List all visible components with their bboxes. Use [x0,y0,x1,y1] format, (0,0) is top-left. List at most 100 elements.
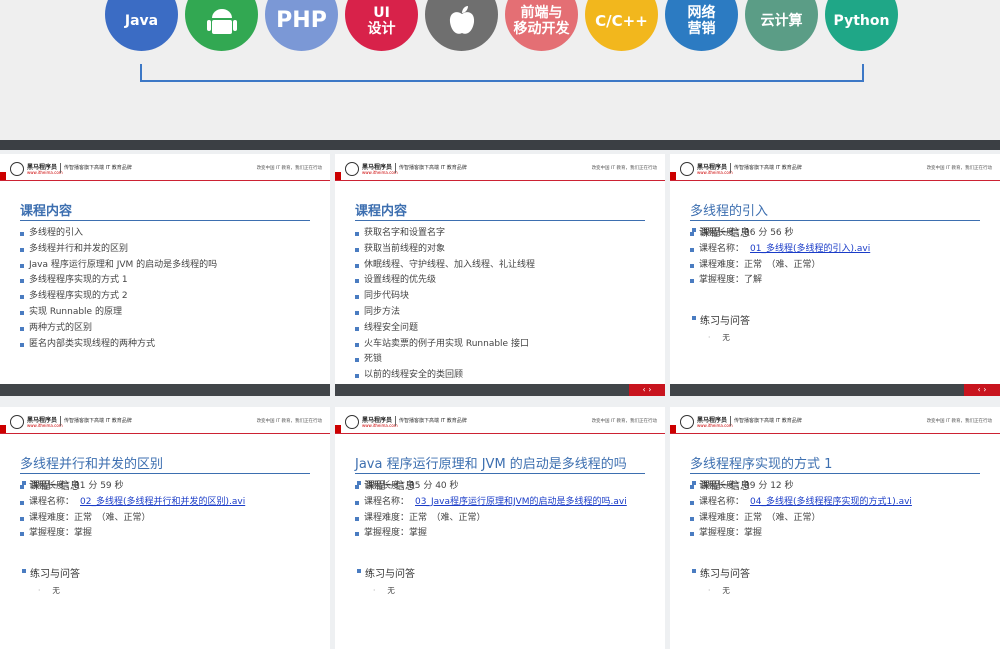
mastery-row: 掌握程度：掌握 [690,526,912,542]
c-cpp-circle[interactable]: C/C++ [585,0,658,51]
slide-multithread-intro[interactable]: 黑马程序员 www.itheima.com 传智播客旗下高端 IT 教育品牌 改… [670,154,1000,396]
name-label: 课程名称： [699,243,745,254]
logo-subtext: www.itheima.com [362,423,398,428]
duration-label: 课程长度： [364,481,410,491]
list-item: 同步方法 [355,305,535,321]
header-slogan: 传智播客旗下高端 IT 教育品牌 [399,418,467,424]
logo-subtext: www.itheima.com [697,423,733,428]
banner-divider [0,140,1000,150]
difficulty-label: 课程难度： [699,259,745,270]
list-item: 多线程程序实现的方式 2 [20,289,217,305]
qa-answer: 无 [708,332,730,343]
video-link[interactable]: 02_多线程(多线程并行和并发的区别).avi [80,497,245,507]
title-underline [690,473,980,474]
list-item: 匿名内部类实现线程的两种方式 [20,337,217,353]
header-slogan: 传智播客旗下高端 IT 教育品牌 [64,165,132,171]
slide-parallel-concurrent[interactable]: 黑马程序员 www.itheima.com 传智播客旗下高端 IT 教育品牌 改… [0,407,330,649]
difficulty-row: 课程难度：正常 （难、正常） [355,511,627,527]
bracket-line [140,64,864,82]
python-circle[interactable]: Python [825,0,898,51]
list-item: 多线程的引入 [20,226,217,242]
slide-title: 多线程并行和并发的区别 [20,457,164,472]
itheima-logo-icon [10,415,24,429]
list-item: Java 程序运行原理和 JVM 的启动是多线程的吗 [20,258,217,274]
header-separator [730,163,731,173]
header-separator [60,163,61,173]
duration-label: 课程长度： [699,228,745,238]
slide-footer [335,384,665,396]
course-info-list: 课程长度：01 分 59 秒 课程名称： 02_多线程(多线程并行和并发的区别).… [20,479,245,542]
video-link[interactable]: 01_多线程(多线程的引入).avi [750,244,870,254]
mastery-value: 掌握 [744,528,763,539]
course-category-row: Java PHP UI 设计 前端与 移动开发 C/C++ 网络 营销 云计算 … [105,0,898,51]
course-info-list: 课程长度：06 分 56 秒 课程名称： 01_多线程(多线程的引入).avi 课… [690,226,870,289]
red-tab [335,172,341,180]
difficulty-row: 课程难度：正常 （难、正常） [690,258,870,274]
name-label: 课程名称： [699,496,745,507]
qa-answer: 无 [373,585,395,596]
header-separator [730,416,731,426]
mastery-value: 了解 [744,275,763,286]
header-right-text: 改变中国 IT 教育，我们正在行动 [591,166,657,171]
header-slogan: 传智播客旗下高端 IT 教育品牌 [399,165,467,171]
mastery-value: 掌握 [409,528,428,539]
logo-subtext: www.itheima.com [362,170,398,175]
difficulty-value: 正常 （难、正常） [744,259,821,270]
java-circle[interactable]: Java [105,0,178,51]
red-tab [335,425,341,433]
slide-course-content-1[interactable]: 黑马程序员 www.itheima.com 传智播客旗下高端 IT 教育品牌 改… [0,154,330,396]
slide-implementation-1[interactable]: 黑马程序员 www.itheima.com 传智播客旗下高端 IT 教育品牌 改… [670,407,1000,649]
slide-footer [0,384,330,396]
slide-course-content-2[interactable]: 黑马程序员 www.itheima.com 传智播客旗下高端 IT 教育品牌 改… [335,154,665,396]
video-link[interactable]: 03_Java程序运行原理和JVM的启动是多线程的吗.avi [415,497,627,507]
red-tab [0,425,6,433]
itheima-logo-icon [10,162,24,176]
video-link[interactable]: 04_多线程(多线程程序实现的方式1).avi [750,497,912,507]
list-item: 多线程程序实现的方式 1 [20,273,217,289]
frontend-mobile-circle[interactable]: 前端与 移动开发 [505,0,578,51]
duration-value: 05 分 40 秒 [409,481,459,491]
duration-value: 06 分 56 秒 [744,228,794,238]
apple-icon[interactable] [425,0,498,51]
list-item: 休眠线程、守护线程、加入线程、礼让线程 [355,258,535,274]
list-item: 获取当前线程的对象 [355,242,535,258]
slide-title: 课程内容 [355,204,408,219]
slide-jvm-multithread[interactable]: 黑马程序员 www.itheima.com 传智播客旗下高端 IT 教育品牌 改… [335,407,665,649]
cloud-computing-circle[interactable]: 云计算 [745,0,818,51]
difficulty-value: 正常 （难、正常） [409,512,486,523]
slide-title: 多线程的引入 [690,204,769,219]
android-icon[interactable] [185,0,258,51]
slide-nav-buttons[interactable]: ‹ › [629,384,665,396]
title-underline [355,220,645,221]
title-underline [20,473,310,474]
content-list: 多线程的引入 多线程并行和并发的区别 Java 程序运行原理和 JVM 的启动是… [20,226,217,352]
difficulty-label: 课程难度： [29,512,75,523]
mastery-label: 掌握程度： [699,528,745,539]
qa-heading: 练习与问答 [692,312,750,327]
header-separator [395,163,396,173]
header-separator [395,416,396,426]
qa-heading: 练习与问答 [357,565,415,580]
qa-answer: 无 [38,585,60,596]
header-line [670,180,1000,181]
ui-design-circle[interactable]: UI 设计 [345,0,418,51]
apple-logo-icon [449,5,474,34]
course-info-list: 课程长度：05 分 40 秒 课程名称： 03_Java程序运行原理和JVM的启动… [355,479,627,542]
difficulty-label: 课程难度： [699,512,745,523]
header-right-text: 改变中国 IT 教育，我们正在行动 [256,419,322,424]
name-row: 课程名称： 03_Java程序运行原理和JVM的启动是多线程的吗.avi [355,495,627,511]
red-tab [0,172,6,180]
list-item: 设置线程的优先级 [355,273,535,289]
difficulty-label: 课程难度： [364,512,410,523]
duration-label: 课程长度： [29,481,75,491]
header-right-text: 改变中国 IT 教育，我们正在行动 [926,419,992,424]
difficulty-row: 课程难度：正常 （难、正常） [20,511,245,527]
duration-row: 课程长度：09 分 12 秒 [690,479,912,495]
network-marketing-circle[interactable]: 网络 营销 [665,0,738,51]
difficulty-value: 正常 （难、正常） [744,512,821,523]
duration-row: 课程长度：01 分 59 秒 [20,479,245,495]
php-circle[interactable]: PHP [265,0,338,51]
header-line [670,433,1000,434]
slide-nav-buttons[interactable]: ‹ › [964,384,1000,396]
red-tab [670,172,676,180]
